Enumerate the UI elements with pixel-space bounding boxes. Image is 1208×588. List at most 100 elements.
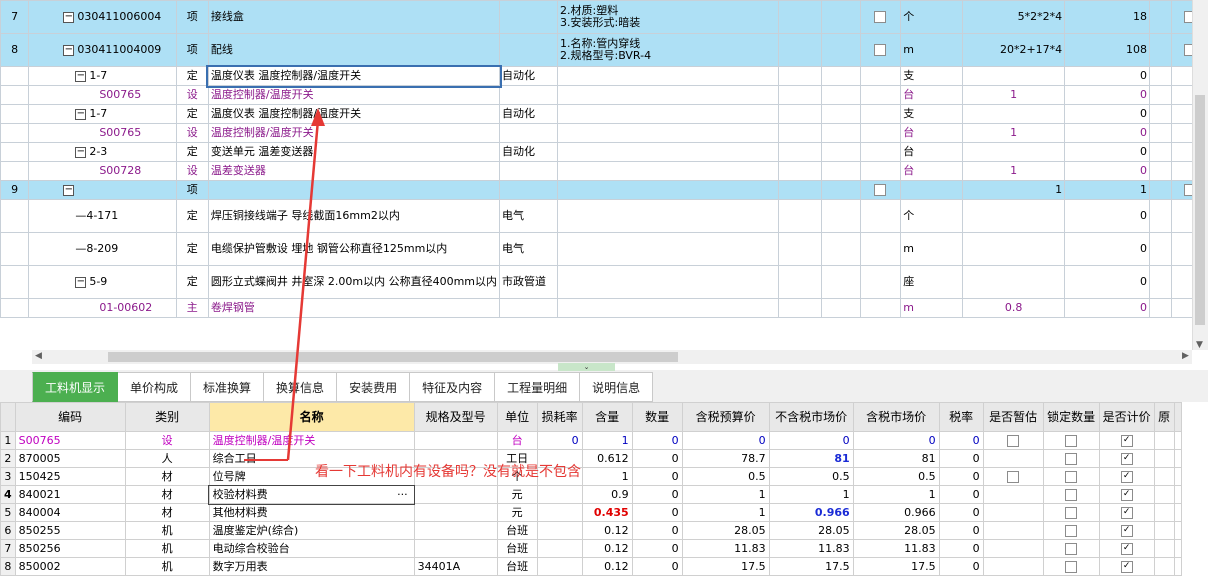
- tab-3[interactable]: 换算信息: [264, 372, 338, 402]
- priced-checkbox[interactable]: ✓: [1120, 471, 1133, 483]
- lock-qty-checkbox[interactable]: [1065, 471, 1078, 483]
- content-amount[interactable]: 1: [581, 431, 633, 450]
- tax-rate[interactable]: 0: [938, 521, 984, 540]
- resource-name[interactable]: 温度鉴定炉(综合): [208, 521, 415, 540]
- quantity[interactable]: 0: [631, 467, 683, 486]
- market-price-incl-tax[interactable]: 1: [852, 485, 940, 504]
- scroll-left-arrow-icon[interactable]: ◀: [35, 351, 42, 361]
- item-code-cell[interactable]: —8-209: [28, 232, 177, 266]
- tax-rate[interactable]: 0: [938, 449, 984, 468]
- column-header[interactable]: 不含税市场价: [768, 402, 854, 432]
- quantity[interactable]: 0: [631, 539, 683, 558]
- loss-rate[interactable]: [536, 557, 583, 576]
- tab-7[interactable]: 说明信息: [580, 372, 654, 402]
- lock-qty-checkbox[interactable]: [1065, 507, 1078, 519]
- resource-name[interactable]: 校验材料费 ···: [208, 484, 416, 505]
- loss-rate[interactable]: [536, 485, 583, 504]
- provisional-checkbox[interactable]: [1007, 435, 1020, 447]
- tree-row[interactable]: —8-209 定电缆保护管敷设 埋地 钢管公称直径125mm以内 电气 m 0: [0, 232, 1208, 266]
- market-price-incl-tax[interactable]: 11.83: [852, 539, 940, 558]
- column-header[interactable]: 规格及型号: [413, 402, 498, 432]
- priced-checkbox[interactable]: ✓: [1120, 507, 1133, 519]
- resource-code[interactable]: 840004: [14, 503, 126, 522]
- tab-6[interactable]: 工程量明细: [495, 372, 581, 402]
- market-price-excl-tax[interactable]: 0: [768, 431, 854, 450]
- item-name[interactable]: 温度仪表 温度控制器/温度开关: [206, 64, 502, 88]
- tree-row[interactable]: 7−030411006004 项接线盒 2.材质:塑料 3.安装形式:暗装个 5*2*…: [0, 0, 1208, 34]
- loss-rate[interactable]: [536, 539, 583, 558]
- market-price-incl-tax[interactable]: 0.5: [852, 467, 940, 486]
- quantity[interactable]: 0: [631, 449, 683, 468]
- tax-rate[interactable]: 0: [938, 539, 984, 558]
- quantity[interactable]: 0: [631, 431, 683, 450]
- tree-row[interactable]: 01-00602 主卷焊钢管 m 0.8 0: [0, 298, 1208, 318]
- resource-code[interactable]: 850255: [14, 521, 126, 540]
- tree-row[interactable]: −5-9 定圆形立式蝶阀井 井室深 2.00m以内 公称直径400mm以内 市政管道…: [0, 265, 1208, 299]
- vertical-scroll-thumb[interactable]: [1195, 95, 1205, 325]
- column-header[interactable]: 含税市场价: [852, 402, 940, 432]
- column-header[interactable]: 原: [1153, 402, 1175, 432]
- item-code-cell[interactable]: −2-3: [28, 142, 177, 162]
- market-price-excl-tax[interactable]: 17.5: [768, 557, 854, 576]
- item-code-cell[interactable]: −5-9: [28, 265, 177, 299]
- column-header[interactable]: 税率: [938, 402, 984, 432]
- market-price-incl-tax[interactable]: 0.966: [852, 503, 940, 522]
- resource-name[interactable]: 温度控制器/温度开关: [208, 431, 415, 450]
- item-code-cell[interactable]: S00765: [28, 85, 177, 105]
- tree-row[interactable]: −1-7 定温度仪表 温度控制器/温度开关 自动化支 0: [0, 104, 1208, 124]
- market-price-excl-tax[interactable]: 28.05: [768, 521, 854, 540]
- loss-rate[interactable]: [536, 503, 583, 522]
- item-name[interactable]: 温差变送器: [207, 161, 501, 181]
- resource-code[interactable]: 840021: [14, 485, 126, 504]
- content-amount[interactable]: 0.12: [581, 539, 633, 558]
- resource-code[interactable]: S00765: [14, 431, 126, 450]
- item-code-cell[interactable]: −1-7: [28, 104, 177, 124]
- provisional-checkbox[interactable]: [1007, 471, 1020, 483]
- column-header[interactable]: 数量: [631, 402, 683, 432]
- market-price-incl-tax[interactable]: 17.5: [852, 557, 940, 576]
- resource-name[interactable]: 电动综合校验台: [208, 539, 415, 558]
- tax-rate[interactable]: 0: [938, 503, 984, 522]
- budget-price-incl-tax[interactable]: 17.5: [681, 557, 770, 576]
- priced-checkbox[interactable]: ✓: [1120, 453, 1133, 465]
- lock-qty-checkbox[interactable]: [1065, 453, 1078, 465]
- quantity[interactable]: 0: [631, 503, 683, 522]
- row-checkbox[interactable]: [874, 44, 887, 56]
- tab-1[interactable]: 单价构成: [118, 372, 192, 402]
- item-name[interactable]: 焊压铜接线端子 导线截面16mm2以内: [207, 199, 501, 233]
- resource-row[interactable]: 7 850256 机电动综合校验台 台班 0.12 0 11.83 11.83 11.83 0 ✓: [0, 539, 1182, 558]
- tree-row[interactable]: —4-171 定焊压铜接线端子 导线截面16mm2以内 电气个 0: [0, 199, 1208, 233]
- quantity[interactable]: 0: [631, 521, 683, 540]
- priced-checkbox[interactable]: ✓: [1120, 489, 1133, 501]
- priced-checkbox[interactable]: ✓: [1120, 543, 1133, 555]
- priced-checkbox[interactable]: ✓: [1120, 561, 1133, 573]
- collapse-icon[interactable]: −: [75, 108, 87, 120]
- column-header[interactable]: 损耗率: [536, 402, 583, 432]
- item-name[interactable]: 电缆保护管敷设 埋地 钢管公称直径125mm以内: [207, 232, 501, 266]
- market-price-incl-tax[interactable]: 0: [852, 431, 940, 450]
- resource-code[interactable]: 850256: [14, 539, 126, 558]
- row-checkbox[interactable]: [874, 184, 887, 196]
- item-name[interactable]: 圆形立式蝶阀井 井室深 2.00m以内 公称直径400mm以内: [207, 265, 501, 299]
- collapse-icon[interactable]: −: [75, 70, 87, 82]
- tab-5[interactable]: 特征及内容: [410, 372, 496, 402]
- budget-price-incl-tax[interactable]: 11.83: [681, 539, 770, 558]
- column-header[interactable]: 单位: [496, 402, 538, 432]
- tax-rate[interactable]: 0: [938, 485, 984, 504]
- lock-qty-checkbox[interactable]: [1065, 489, 1078, 501]
- item-name[interactable]: 接线盒: [207, 0, 501, 34]
- market-price-excl-tax[interactable]: 81: [768, 449, 854, 468]
- column-header[interactable]: 是否计价: [1098, 402, 1155, 432]
- column-header[interactable]: 编码: [14, 402, 126, 432]
- item-name[interactable]: 变送单元 温差变送器: [207, 142, 501, 162]
- lock-qty-checkbox[interactable]: [1065, 525, 1078, 537]
- priced-checkbox[interactable]: ✓: [1120, 525, 1133, 537]
- content-amount[interactable]: 0.12: [581, 521, 633, 540]
- column-header[interactable]: 含税预算价: [681, 402, 770, 432]
- content-amount[interactable]: 0.435: [581, 503, 633, 522]
- panel-splitter-handle[interactable]: ⌄: [558, 363, 615, 371]
- budget-price-incl-tax[interactable]: 78.7: [681, 449, 770, 468]
- column-header[interactable]: 是否暂估: [982, 402, 1044, 432]
- item-name[interactable]: 温度控制器/温度开关: [207, 85, 501, 105]
- resource-row[interactable]: 5 840004 材其他材料费元 0.435 0 1 0.966 0.966 0 ✓: [0, 503, 1182, 522]
